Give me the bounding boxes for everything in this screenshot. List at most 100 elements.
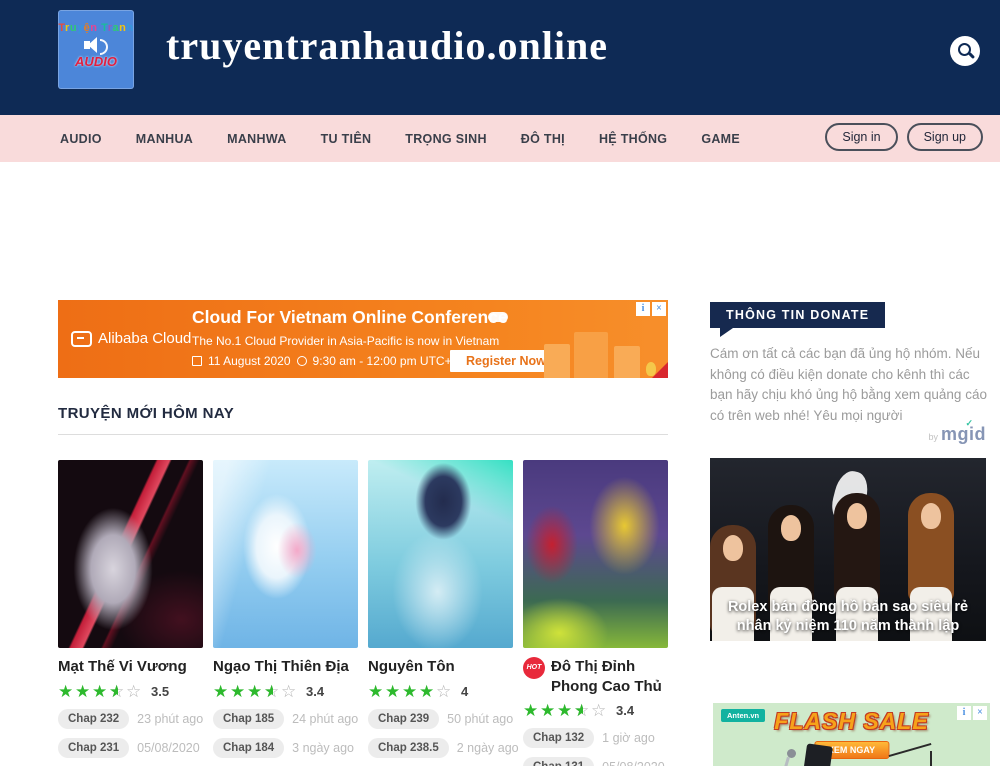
chapter-button[interactable]: Chap 185 [213,709,284,729]
star-icon: ★ [58,683,75,700]
search-button[interactable] [950,36,980,66]
building-decoration [574,332,608,378]
comic-card: Ngạo Thị Thiên Địa★★★☆★☆3.4Chap 18524 ph… [213,460,358,766]
chapter-button[interactable]: Chap 184 [213,738,284,758]
flash-sale-ad[interactable]: Anten.vn FLASH SALE XEM NGAY i × [713,703,990,766]
nav-item-manhua[interactable]: MANHUA [136,132,193,146]
chapter-time: 3 ngày ago [292,741,354,755]
chapter-time: 24 phút ago [292,712,358,726]
sign-up-button[interactable]: Sign up [907,123,983,151]
chapter-time: 50 phút ago [447,712,513,726]
star-icon: ☆★ [574,702,591,719]
mgid-by-label: by [928,432,938,442]
rating-stars: ★★★☆★☆3.5 [58,683,203,700]
comic-cover[interactable] [368,460,513,648]
ad-close-icon[interactable]: × [973,706,987,720]
star-icon: ★ [213,683,230,700]
nav-item-manhwa[interactable]: MANHWA [227,132,286,146]
star-icon: ★ [75,683,92,700]
ribbon-notch [720,328,733,337]
star-icon: ☆ [436,683,453,700]
comic-card: Mạt Thế Vi Vương★★★☆★☆3.5Chap 23223 phút… [58,460,203,766]
site-logo[interactable]: Truyện Tranh AUDIO [58,10,134,89]
comic-card: Nguyên Tôn★★★★☆4Chap 23950 phút agoChap … [368,460,513,766]
star-icon: ☆★ [109,683,126,700]
chapter-button[interactable]: Chap 231 [58,738,129,758]
alibaba-cloud-icon [71,331,92,347]
comic-title[interactable]: HOT Đô Thị Đỉnh Phong Cao Thủ [523,657,668,696]
star-icon: ☆ [126,683,143,700]
ad-meta: 11 August 2020 9:30 am - 12:00 pm UTC+07… [192,354,482,368]
chapter-row: Chap 185 24 phút ago [213,709,358,729]
comic-cover[interactable] [58,460,203,648]
phone-decoration [803,743,833,766]
star-icon: ★ [557,702,574,719]
comic-title[interactable]: Mạt Thế Vi Vương [58,657,203,677]
comic-title[interactable]: Nguyên Tôn [368,657,513,677]
ad-close-icon[interactable]: × [652,302,666,316]
flash-ad-title: FLASH SALE [713,708,990,735]
nav-item-trọng-sinh[interactable]: TRỌNG SINH [405,132,486,146]
adchoices-info-icon[interactable]: i [957,706,971,720]
comic-card: HOTĐô Thị Đỉnh Phong Cao Thủ★★★☆★☆3.4Cha… [523,460,668,766]
chapter-time: 05/08/2020 [602,760,665,766]
rating-value: 3.4 [616,703,634,718]
section-title: TRUYỆN MỚI HÔM NAY [58,405,234,422]
comic-grid: Mạt Thế Vi Vương★★★☆★☆3.5Chap 23223 phút… [58,460,670,766]
star-icon: ☆ [591,702,608,719]
chapter-button[interactable]: Chap 232 [58,709,129,729]
chapter-button[interactable]: Chap 132 [523,728,594,748]
comic-title-text: Đô Thị Đỉnh Phong Cao Thủ [551,657,668,696]
rating-stars: ★★★★☆4 [368,683,513,700]
star-icon: ★ [419,683,436,700]
chapter-time: 23 phút ago [137,712,203,726]
nav-item-tu-tiên[interactable]: TU TIÊN [321,132,372,146]
calendar-icon [192,356,202,366]
nav-item-đô-thị[interactable]: ĐÔ THỊ [521,132,565,146]
donate-ribbon: THÔNG TIN DONATE [710,302,885,328]
logo-audio-text: AUDIO [58,54,134,69]
chapter-button[interactable]: Chap 131 [523,757,594,766]
nav-menu: AUDIO MANHUA MANHWA TU TIÊN TRỌNG SINH ĐÔ THỊ… [60,115,740,162]
comic-title-text: Ngạo Thị Thiên Địa [213,657,349,677]
comic-title[interactable]: Ngạo Thị Thiên Địa [213,657,358,677]
alibaba-ad-banner[interactable]: Alibaba Cloud Cloud For Vietnam Online C… [58,300,668,378]
comic-title-text: Mạt Thế Vi Vương [58,657,187,677]
rating-value: 3.5 [151,684,169,699]
chapter-row: Chap 1321 giờ ago [523,728,668,748]
site-header: Truyện Tranh AUDIO truyentranhaudio.onli… [0,0,1000,115]
chapter-time: 05/08/2020 [137,741,200,755]
nav-item-game[interactable]: GAME [701,132,740,146]
adchoices-info-icon[interactable]: i [636,302,650,316]
clock-icon [297,356,307,366]
comic-cover[interactable] [523,460,668,648]
chapter-time: 2 ngày ago [457,741,519,755]
native-ad-caption: Rolex bán đồng hồ bản sao siêu rẻ nhân k… [710,598,986,636]
speaker-icon [83,37,109,53]
chapter-row: Chap 184 3 ngày ago [213,738,358,758]
nav-item-hệ-thống[interactable]: HỆ THỐNG [599,132,667,146]
star-icon: ★ [540,702,557,719]
rolex-native-ad[interactable]: Rolex bán đồng hồ bản sao siêu rẻ nhân k… [710,458,986,641]
mgid-attribution[interactable]: bymgid ✓ [710,424,986,445]
star-icon: ☆ [281,683,298,700]
chapter-row: Chap 238.52 ngày ago [368,738,513,758]
star-icon: ★ [402,683,419,700]
sign-in-button[interactable]: Sign in [825,123,897,151]
site-title[interactable]: truyentranhaudio.online [166,22,608,69]
star-icon: ☆★ [264,683,281,700]
ad-subtitle: The No.1 Cloud Provider in Asia-Pacific … [192,334,499,348]
chapter-button[interactable]: Chap 238.5 [368,738,449,758]
hot-badge: HOT [523,657,545,679]
comic-cover[interactable] [213,460,358,648]
chapter-row: Chap 232 23 phút ago [58,709,203,729]
chapter-row: Chap 231 05/08/2020 [58,738,203,758]
nav-item-audio[interactable]: AUDIO [60,132,102,146]
rating-value: 3.4 [306,684,324,699]
chapter-button[interactable]: Chap 239 [368,709,439,729]
donate-text: Cám ơn tất cả các bạn đã ủng hộ nhóm. Nế… [710,344,988,426]
star-icon: ★ [230,683,247,700]
star-icon: ★ [368,683,385,700]
rating-value: 4 [461,684,468,699]
antenna-decoration [889,743,932,757]
